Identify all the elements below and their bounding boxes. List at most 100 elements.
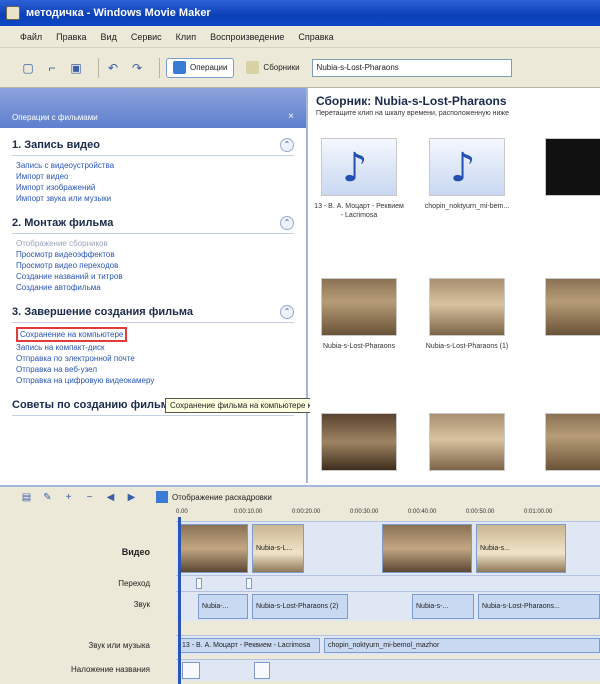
audio-track-label[interactable]: Звук bbox=[0, 600, 172, 609]
music-note-icon: ♪ bbox=[450, 145, 476, 191]
collections-button[interactable]: Сборники bbox=[240, 58, 305, 78]
link-save-to-cd[interactable]: Запись на компакт-диск bbox=[16, 342, 294, 353]
menu-play[interactable]: Воспроизведение bbox=[210, 32, 284, 42]
link-titles[interactable]: Создание названий и титров bbox=[16, 271, 294, 282]
save-icon[interactable]: ▣ bbox=[68, 60, 84, 76]
clip-item[interactable] bbox=[530, 278, 600, 336]
link-send-web[interactable]: Отправка на веб-узел bbox=[16, 364, 294, 375]
open-project-icon[interactable]: ⌐ bbox=[44, 60, 60, 76]
clip-item[interactable] bbox=[530, 138, 600, 196]
ruler-tick: 0:00:50.00 bbox=[466, 509, 495, 515]
music-track[interactable]: 13 - В. А. Моцарт - Реквием - Lacrimosa … bbox=[176, 635, 600, 655]
link-send-camera[interactable]: Отправка на цифровую видеокамеру bbox=[16, 375, 294, 386]
video-track-label[interactable]: Видео bbox=[0, 547, 172, 557]
timeline-audio-clip[interactable]: Nubia-s-Lost-Pharaons (2) bbox=[252, 594, 348, 619]
video-track[interactable]: Nubia-s-L... Nubia-s... bbox=[176, 521, 600, 575]
zoom-out-icon[interactable]: − bbox=[83, 491, 96, 504]
chevron-up-icon[interactable]: ⌃ bbox=[280, 304, 294, 319]
link-automovie[interactable]: Создание автофильма bbox=[16, 282, 294, 293]
menu-tools[interactable]: Сервис bbox=[131, 32, 162, 42]
timeline-video-clip[interactable]: Nubia-s-L... bbox=[252, 524, 304, 573]
close-icon[interactable]: × bbox=[288, 111, 294, 122]
menu-bar: Файл Правка Вид Сервис Клип Воспроизведе… bbox=[0, 26, 600, 48]
clip-item[interactable]: ♪ chopin_noktyurn_mi-bem... bbox=[422, 138, 512, 211]
zoom-in-icon[interactable]: + bbox=[62, 491, 75, 504]
menu-help[interactable]: Справка bbox=[298, 32, 333, 42]
section-title[interactable]: 1. Запись видео ⌃ bbox=[12, 134, 294, 156]
audio-track[interactable]: Nubia-... Nubia-s-Lost-Pharaons (2) Nubi… bbox=[176, 591, 600, 621]
operations-button[interactable]: Операции bbox=[166, 57, 235, 78]
redo-icon[interactable]: ↷ bbox=[129, 60, 145, 76]
movie-maker-icon bbox=[6, 6, 20, 20]
collection-title: Сборник: Nubia-s-Lost-Pharaons bbox=[316, 94, 507, 108]
time-ruler[interactable]: 0.00 0:00:10.00 0:00:20.00 0:00:30.00 0:… bbox=[176, 509, 600, 519]
clip-item[interactable]: ♪ 13 - В. А. Моцарт - Реквием - Lacrimos… bbox=[314, 138, 404, 220]
transition-track-label[interactable]: Переход bbox=[0, 579, 172, 588]
playhead[interactable] bbox=[178, 517, 181, 684]
audio-clip-thumbnail: ♪ bbox=[429, 138, 505, 196]
title-overlay-track-label[interactable]: Наложение названия bbox=[0, 665, 172, 674]
ruler-tick: 0:00:10.00 bbox=[234, 509, 263, 515]
section-title[interactable]: 2. Монтаж фильма ⌃ bbox=[12, 212, 294, 234]
link-import-video[interactable]: Импорт видео bbox=[16, 171, 294, 182]
title-overlay-clip[interactable] bbox=[182, 662, 200, 679]
section-edit: 2. Монтаж фильма ⌃ Отображение сборников… bbox=[0, 212, 306, 295]
timeline-toolbar: ▤ ✎ + − ◀ ▶ Отображение раскадровки bbox=[0, 487, 600, 507]
link-import-audio[interactable]: Импорт звука или музыки bbox=[16, 193, 294, 204]
section-title[interactable]: 3. Завершение создания фильма ⌃ bbox=[12, 301, 294, 323]
clip-item[interactable] bbox=[422, 413, 512, 471]
link-save-to-computer[interactable]: Сохранение на компьютере bbox=[16, 327, 128, 342]
video-clip-thumbnail bbox=[545, 413, 600, 471]
music-track-label[interactable]: Звук или музыка bbox=[0, 641, 172, 650]
toolbar-divider bbox=[159, 57, 160, 78]
video-clip-thumbnail bbox=[545, 138, 600, 196]
transition-marker[interactable] bbox=[196, 578, 202, 589]
timeline-music-clip[interactable]: 13 - В. А. Моцарт - Реквием - Lacrimosa bbox=[178, 638, 320, 653]
timeline-music-clip[interactable]: chopin_noktyurn_mi-bemol_mazhor bbox=[324, 638, 600, 653]
title-overlay-track[interactable] bbox=[176, 659, 600, 681]
timeline-audio-clip[interactable]: Nubia-s-... bbox=[412, 594, 474, 619]
transition-track[interactable] bbox=[176, 575, 600, 591]
new-project-icon[interactable]: ▢ bbox=[20, 60, 36, 76]
play-icon[interactable]: ▶ bbox=[125, 491, 138, 504]
clip-item[interactable]: Nubia-s-Lost-Pharaons bbox=[314, 278, 404, 351]
menu-file[interactable]: Файл bbox=[20, 32, 42, 42]
collection-combo[interactable]: Nubia-s-Lost-Pharaons bbox=[311, 58, 512, 77]
title-overlay-clip[interactable] bbox=[254, 662, 270, 679]
narrate-icon[interactable]: ✎ bbox=[41, 491, 54, 504]
timeline-audio-clip[interactable]: Nubia-s-Lost-Pharaons... bbox=[478, 594, 600, 619]
movie-tasks-pane: Операции с фильмами × 1. Запись видео ⌃ … bbox=[0, 88, 308, 483]
collection-subtitle: Перетащите клип на шкалу времени, распол… bbox=[316, 110, 509, 117]
toolbar: ▢ ⌐ ▣ ↶ ↷ Операции Сборники Nubia-s-Lost… bbox=[0, 48, 600, 88]
timeline-audio-clip[interactable]: Nubia-... bbox=[198, 594, 248, 619]
ruler-tick: 0:01:00.00 bbox=[524, 509, 553, 515]
menu-edit[interactable]: Правка bbox=[56, 32, 86, 42]
clip-item[interactable] bbox=[530, 413, 600, 471]
window-title: методичка - Windows Movie Maker bbox=[26, 7, 211, 19]
tasks-header-label: Операции с фильмами bbox=[12, 113, 98, 122]
menu-view[interactable]: Вид bbox=[101, 32, 117, 42]
ruler-tick: 0:00:30.00 bbox=[350, 509, 379, 515]
link-video-transitions[interactable]: Просмотр видео переходов bbox=[16, 260, 294, 271]
clip-caption: chopin_noktyurn_mi-bem... bbox=[424, 203, 510, 210]
chevron-up-icon[interactable]: ⌃ bbox=[280, 137, 294, 152]
transition-marker[interactable] bbox=[246, 578, 252, 589]
show-storyboard-button[interactable]: Отображение раскадровки bbox=[156, 491, 272, 503]
menu-clip[interactable]: Клип bbox=[176, 32, 196, 42]
clip-item[interactable] bbox=[314, 413, 404, 471]
clip-caption: Nubia-s-Lost-Pharaons (1) bbox=[425, 343, 509, 350]
timeline-video-clip[interactable]: Nubia-s... bbox=[476, 524, 566, 573]
link-import-pictures[interactable]: Импорт изображений bbox=[16, 182, 294, 193]
section-finish: 3. Завершение создания фильма ⌃ Сохранен… bbox=[0, 301, 306, 388]
chevron-up-icon[interactable]: ⌃ bbox=[280, 215, 294, 230]
timeline-video-clip[interactable] bbox=[178, 524, 248, 573]
link-send-email[interactable]: Отправка по электронной почте bbox=[16, 353, 294, 364]
rewind-icon[interactable]: ◀ bbox=[104, 491, 117, 504]
timeline-set-icon[interactable]: ▤ bbox=[20, 491, 33, 504]
clip-item[interactable]: Nubia-s-Lost-Pharaons (1) bbox=[422, 278, 512, 351]
link-video-effects[interactable]: Просмотр видеоэффектов bbox=[16, 249, 294, 260]
undo-icon[interactable]: ↶ bbox=[105, 60, 121, 76]
storyboard-label: Отображение раскадровки bbox=[172, 492, 272, 502]
timeline-video-clip[interactable] bbox=[382, 524, 472, 573]
link-capture-video[interactable]: Запись с видеоустройства bbox=[16, 160, 294, 171]
